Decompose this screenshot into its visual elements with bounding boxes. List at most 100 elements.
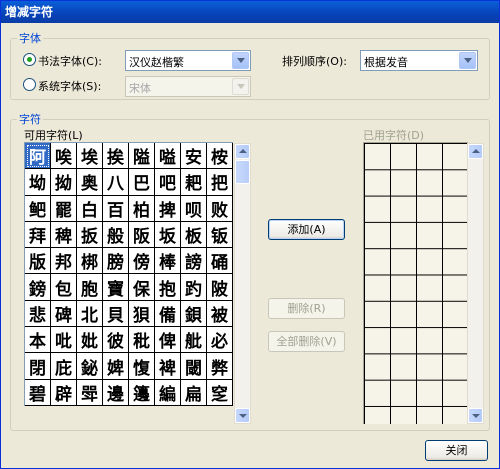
char-cell[interactable]: 柏	[129, 195, 155, 222]
chevron-down-icon[interactable]	[232, 78, 249, 95]
char-cell[interactable]: 鲃	[25, 195, 51, 222]
char-cell[interactable]: 抱	[155, 274, 181, 301]
char-cell[interactable]: 邦	[51, 248, 77, 275]
calligraphy-font-radio[interactable]	[23, 53, 36, 66]
used-chars-scrollbar[interactable]	[467, 143, 484, 424]
char-cell[interactable]: 趵	[181, 274, 207, 301]
char-cell[interactable]: 隘	[129, 143, 155, 170]
char-cell[interactable]: 被	[207, 300, 233, 328]
char-cell[interactable]: 彼	[103, 327, 129, 354]
char-cell[interactable]: 硧	[207, 248, 233, 275]
char-cell[interactable]: 備	[155, 300, 181, 328]
sort-order-select[interactable]: 根据发音	[360, 50, 478, 71]
char-cell[interactable]: 本	[25, 327, 51, 354]
char-cell[interactable]: 辟	[51, 379, 77, 406]
char-cell[interactable]: 呗	[181, 195, 207, 222]
char-cell[interactable]: 安	[181, 143, 207, 170]
close-button[interactable]: 关闭	[425, 440, 488, 461]
char-cell[interactable]: 愎	[129, 353, 155, 380]
char-cell[interactable]: 陂	[207, 274, 233, 301]
char-cell[interactable]: 傍	[129, 248, 155, 275]
char-cell[interactable]: 寶	[103, 274, 129, 301]
char-cell[interactable]: 棒	[155, 248, 181, 275]
char-cell[interactable]: 狽	[129, 300, 155, 328]
scroll-up-button[interactable]	[235, 144, 250, 159]
char-cell[interactable]: 北	[77, 300, 103, 328]
char-cell[interactable]: 阿	[25, 143, 51, 170]
char-cell[interactable]: 碑	[51, 300, 77, 328]
char-cell[interactable]: 败	[207, 195, 233, 222]
char-cell[interactable]: 八	[103, 169, 129, 196]
char-cell[interactable]: 版	[25, 248, 51, 275]
system-font-radio[interactable]	[23, 78, 36, 91]
char-cell[interactable]: 板	[181, 221, 207, 249]
char-cell[interactable]: 捭	[155, 195, 181, 222]
char-cell[interactable]: 婢	[103, 353, 129, 380]
char-cell[interactable]: 鎊	[25, 274, 51, 301]
char-cell[interactable]: 坳	[25, 169, 51, 196]
char-cell[interactable]: 稗	[51, 221, 77, 249]
char-cell[interactable]: 籩	[129, 379, 155, 406]
remove-all-button[interactable]: 全部删除(V)	[268, 331, 345, 352]
char-cell[interactable]: 埃	[77, 143, 103, 170]
scroll-down-button[interactable]	[468, 408, 483, 423]
char-cell[interactable]: 秕	[129, 327, 155, 354]
available-chars-scrollbar[interactable]	[234, 143, 251, 424]
title-bar[interactable]: 增减字符	[1, 1, 499, 23]
char-cell[interactable]: 包	[51, 274, 77, 301]
char-cell[interactable]: 碧	[25, 379, 51, 406]
remove-button[interactable]: 删除(R)	[268, 298, 345, 319]
char-cell[interactable]: 扳	[77, 221, 103, 249]
char-cell[interactable]: 坂	[155, 221, 181, 249]
scroll-up-button[interactable]	[468, 144, 483, 159]
char-cell[interactable]: 巴	[129, 169, 155, 196]
char-cell[interactable]: 弊	[207, 353, 233, 380]
calligraphy-font-select[interactable]: 汉仪赵楷繁	[125, 50, 251, 71]
chevron-down-icon[interactable]	[232, 52, 249, 69]
char-cell[interactable]: 百	[103, 195, 129, 222]
char-cell[interactable]: 保	[129, 274, 155, 301]
scroll-thumb[interactable]	[235, 160, 250, 184]
chevron-down-icon[interactable]	[459, 52, 476, 69]
char-cell[interactable]: 钣	[207, 221, 233, 249]
char-cell[interactable]: 必	[207, 327, 233, 354]
char-cell[interactable]: 謗	[181, 248, 207, 275]
char-cell[interactable]: 庇	[51, 353, 77, 380]
char-cell[interactable]: 罷	[51, 195, 77, 222]
char-cell[interactable]: 鉍	[77, 353, 103, 380]
char-cell[interactable]: 閉	[25, 353, 51, 380]
char-cell[interactable]: 膀	[103, 248, 129, 275]
char-cell[interactable]: 貝	[103, 300, 129, 328]
char-cell[interactable]: 斝	[77, 379, 103, 406]
char-cell[interactable]: 編	[155, 379, 181, 406]
char-cell[interactable]: 邊	[103, 379, 129, 406]
char-cell[interactable]: 梆	[77, 248, 103, 275]
add-button[interactable]: 添加(A)	[268, 219, 345, 240]
char-cell[interactable]: 俾	[155, 327, 181, 354]
char-cell[interactable]: 唉	[51, 143, 77, 170]
char-cell[interactable]: 窆	[207, 379, 233, 406]
char-cell[interactable]: 桉	[207, 143, 233, 170]
char-cell[interactable]: 挨	[103, 143, 129, 170]
char-cell[interactable]: 拜	[25, 221, 51, 249]
char-cell[interactable]: 閾	[181, 353, 207, 380]
char-cell[interactable]: 白	[77, 195, 103, 222]
char-cell[interactable]: 扁	[181, 379, 207, 406]
char-cell[interactable]: 妣	[77, 327, 103, 354]
char-cell[interactable]: 拗	[51, 169, 77, 196]
char-cell[interactable]: 鋇	[181, 300, 207, 328]
char-cell[interactable]: 耙	[181, 169, 207, 196]
char-cell[interactable]: 般	[103, 221, 129, 249]
char-cell[interactable]: 嗌	[155, 143, 181, 170]
char-cell[interactable]: 阪	[129, 221, 155, 249]
char-cell[interactable]: 吧	[155, 169, 181, 196]
scroll-down-button[interactable]	[235, 408, 250, 423]
char-cell[interactable]: 吡	[51, 327, 77, 354]
char-cell[interactable]: 胞	[77, 274, 103, 301]
char-cell[interactable]: 奥	[77, 169, 103, 196]
char-cell[interactable]: 舭	[181, 327, 207, 354]
char-cell[interactable]: 裨	[155, 353, 181, 380]
char-cell[interactable]: 把	[207, 169, 233, 196]
char-cell[interactable]: 悲	[25, 300, 51, 328]
used-chars-grid[interactable]	[363, 142, 468, 424]
